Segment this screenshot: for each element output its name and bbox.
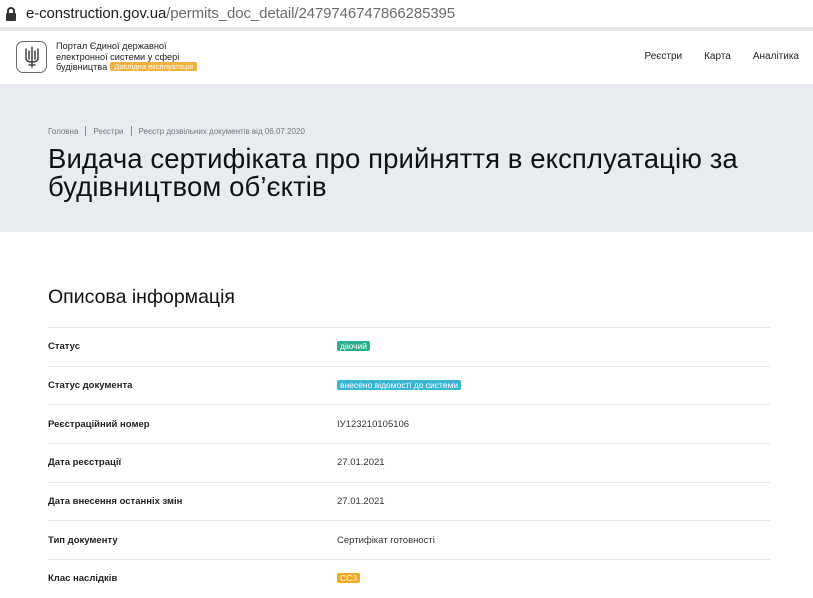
browser-address-bar[interactable]: e-construction.gov.ua/permits_doc_detail… [0, 0, 813, 27]
consequence-class-badge: СС3 [337, 573, 361, 584]
page-title-line: будівництвом об’єктів [48, 171, 327, 202]
row-value: внесено відомості до системи [337, 380, 462, 391]
trident-logo-icon[interactable] [16, 41, 47, 73]
row-value: СС3 [337, 573, 361, 584]
brand-line: Портал Єдиної державної [56, 41, 167, 51]
registration-date: 27.01.2021 [337, 457, 385, 469]
table-row: Статус документа внесено відомості до си… [48, 365, 770, 405]
document-type: Сертифікат готовності [337, 534, 435, 546]
main-nav: Реєстри Карта Аналітика [644, 51, 799, 62]
nav-item-analytics[interactable]: Аналітика [753, 51, 799, 62]
row-label: Статус [48, 341, 81, 353]
row-label: Клас наслідків [48, 573, 118, 585]
nav-item-map[interactable]: Карта [704, 51, 731, 62]
row-label: Тип документу [48, 534, 118, 546]
table-row: Клас наслідків СС3 [48, 559, 770, 598]
breadcrumb-registries[interactable]: Реєстри [93, 127, 123, 136]
page-title-line: Видача сертифіката про прийняття в експл… [48, 143, 738, 174]
table-row: Тип документу Сертифікат готовності [48, 520, 770, 559]
url-path: /permits_doc_detail/2479746747866285395 [166, 5, 456, 22]
nav-item-registries[interactable]: Реєстри [644, 51, 682, 62]
experimental-badge: Дослідна експлуатація [110, 62, 198, 71]
registration-number: ІУ123210105106 [337, 418, 410, 430]
site-brand[interactable]: Портал Єдиної державної електронної сист… [56, 41, 226, 73]
breadcrumb-current[interactable]: Реєстр дозвільних документів від 06.07.2… [139, 127, 305, 136]
brand-line: електронної системи у сфері [56, 51, 180, 62]
row-value: діючий [337, 341, 370, 352]
table-row: Реєстраційний номер ІУ123210105106 [48, 404, 770, 443]
section-title: Описова інформація [48, 286, 235, 308]
table-row: Дата внесення останніх змін 27.01.2021 [48, 481, 770, 521]
last-modified-date: 27.01.2021 [337, 496, 385, 508]
row-label: Дата реєстрації [48, 457, 122, 469]
breadcrumb-separator [85, 126, 87, 136]
status-badge: діючий [337, 341, 370, 352]
lock-icon [6, 6, 16, 21]
page-title: Видача сертифіката про прийняття в експл… [48, 145, 738, 201]
table-row: Статус діючий [48, 327, 770, 366]
url-text[interactable]: e-construction.gov.ua/permits_doc_detail… [26, 5, 455, 22]
row-label: Дата внесення останніх змін [48, 496, 183, 508]
site-header: Портал Єдиної державної електронної сист… [0, 31, 813, 85]
row-label: Реєстраційний номер [48, 418, 150, 430]
breadcrumb-home[interactable]: Головна [48, 127, 78, 136]
breadcrumb: Головна Реєстри Реєстр дозвільних документ… [48, 126, 305, 136]
url-domain: e-construction.gov.ua [26, 5, 167, 22]
table-row: Дата реєстрації 27.01.2021 [48, 443, 770, 482]
breadcrumb-separator [130, 126, 132, 136]
document-status-badge: внесено відомості до системи [337, 380, 462, 391]
page-hero: Головна Реєстри Реєстр дозвільних документ… [0, 85, 813, 232]
brand-line: будівництва [56, 62, 108, 72]
info-table: Статус діючий Статус документа внесено в… [48, 327, 770, 598]
row-label: Статус документа [48, 380, 133, 392]
